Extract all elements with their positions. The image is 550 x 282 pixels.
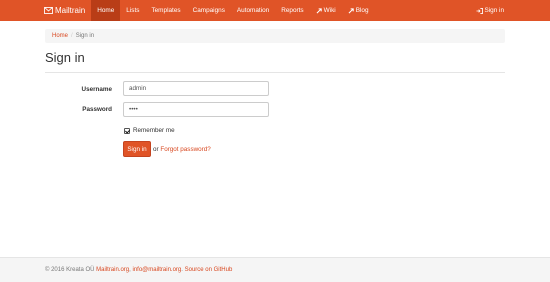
forgot-password-link[interactable]: Forgot password? <box>160 146 210 153</box>
nav-templates[interactable]: Templates <box>145 0 186 21</box>
nav-reports[interactable]: Reports <box>275 0 309 21</box>
nav-automation[interactable]: Automation <box>231 0 275 21</box>
remember-me-row: Remember me <box>124 127 175 134</box>
footer: © 2016 Kreata OÜ Mailtrain.org, info@mai… <box>0 257 550 282</box>
page-title: Sign in <box>45 50 85 65</box>
nav-campaigns[interactable]: Campaigns <box>187 0 231 21</box>
nav-signin-label: Sign in <box>484 7 504 14</box>
breadcrumb-current: Sign in <box>75 33 95 39</box>
nav-right: Sign in <box>474 0 506 21</box>
breadcrumb: Home / Sign in <box>45 29 505 43</box>
or-text: or <box>153 146 159 153</box>
external-link-icon <box>348 7 354 14</box>
forgot-row: or Forgot password? <box>153 146 211 153</box>
password-input[interactable]: •••• <box>123 102 269 117</box>
breadcrumb-separator: / <box>71 33 73 39</box>
remember-me-checkbox[interactable] <box>124 127 130 134</box>
footer-source-link[interactable]: Source on GitHub <box>185 267 233 273</box>
sign-in-button[interactable]: Sign in <box>123 141 151 157</box>
nav-home[interactable]: Home <box>91 0 121 21</box>
nav-blog-label: Blog <box>355 7 369 14</box>
sign-in-icon <box>476 7 484 14</box>
brand-link[interactable]: Mailtrain <box>44 0 85 21</box>
footer-email-link[interactable]: info@mailtrain.org <box>132 267 181 273</box>
title-divider <box>45 72 505 73</box>
brand-name: Mailtrain <box>55 6 86 15</box>
nav-lists[interactable]: Lists <box>120 0 145 21</box>
nav-wiki-label: Wiki <box>323 7 336 14</box>
nav-blog[interactable]: Blog <box>342 0 375 21</box>
envelope-icon <box>44 7 53 14</box>
footer-copyright: © 2016 Kreata OÜ <box>45 267 95 273</box>
nav-wiki[interactable]: Wiki <box>310 0 342 21</box>
nav-signin[interactable]: Sign in <box>474 0 506 21</box>
breadcrumb-home[interactable]: Home <box>52 33 68 39</box>
remember-me-label[interactable]: Remember me <box>133 127 175 134</box>
username-label: Username <box>81 86 112 93</box>
top-navbar: Mailtrain Home Lists Templates Campaigns… <box>0 0 550 21</box>
footer-site-link[interactable]: Mailtrain.org <box>96 267 129 273</box>
username-input[interactable]: admin <box>123 81 269 96</box>
main-nav: Home Lists Templates Campaigns Automatio… <box>91 0 374 21</box>
password-label: Password <box>82 106 112 113</box>
external-link-icon <box>316 7 322 14</box>
